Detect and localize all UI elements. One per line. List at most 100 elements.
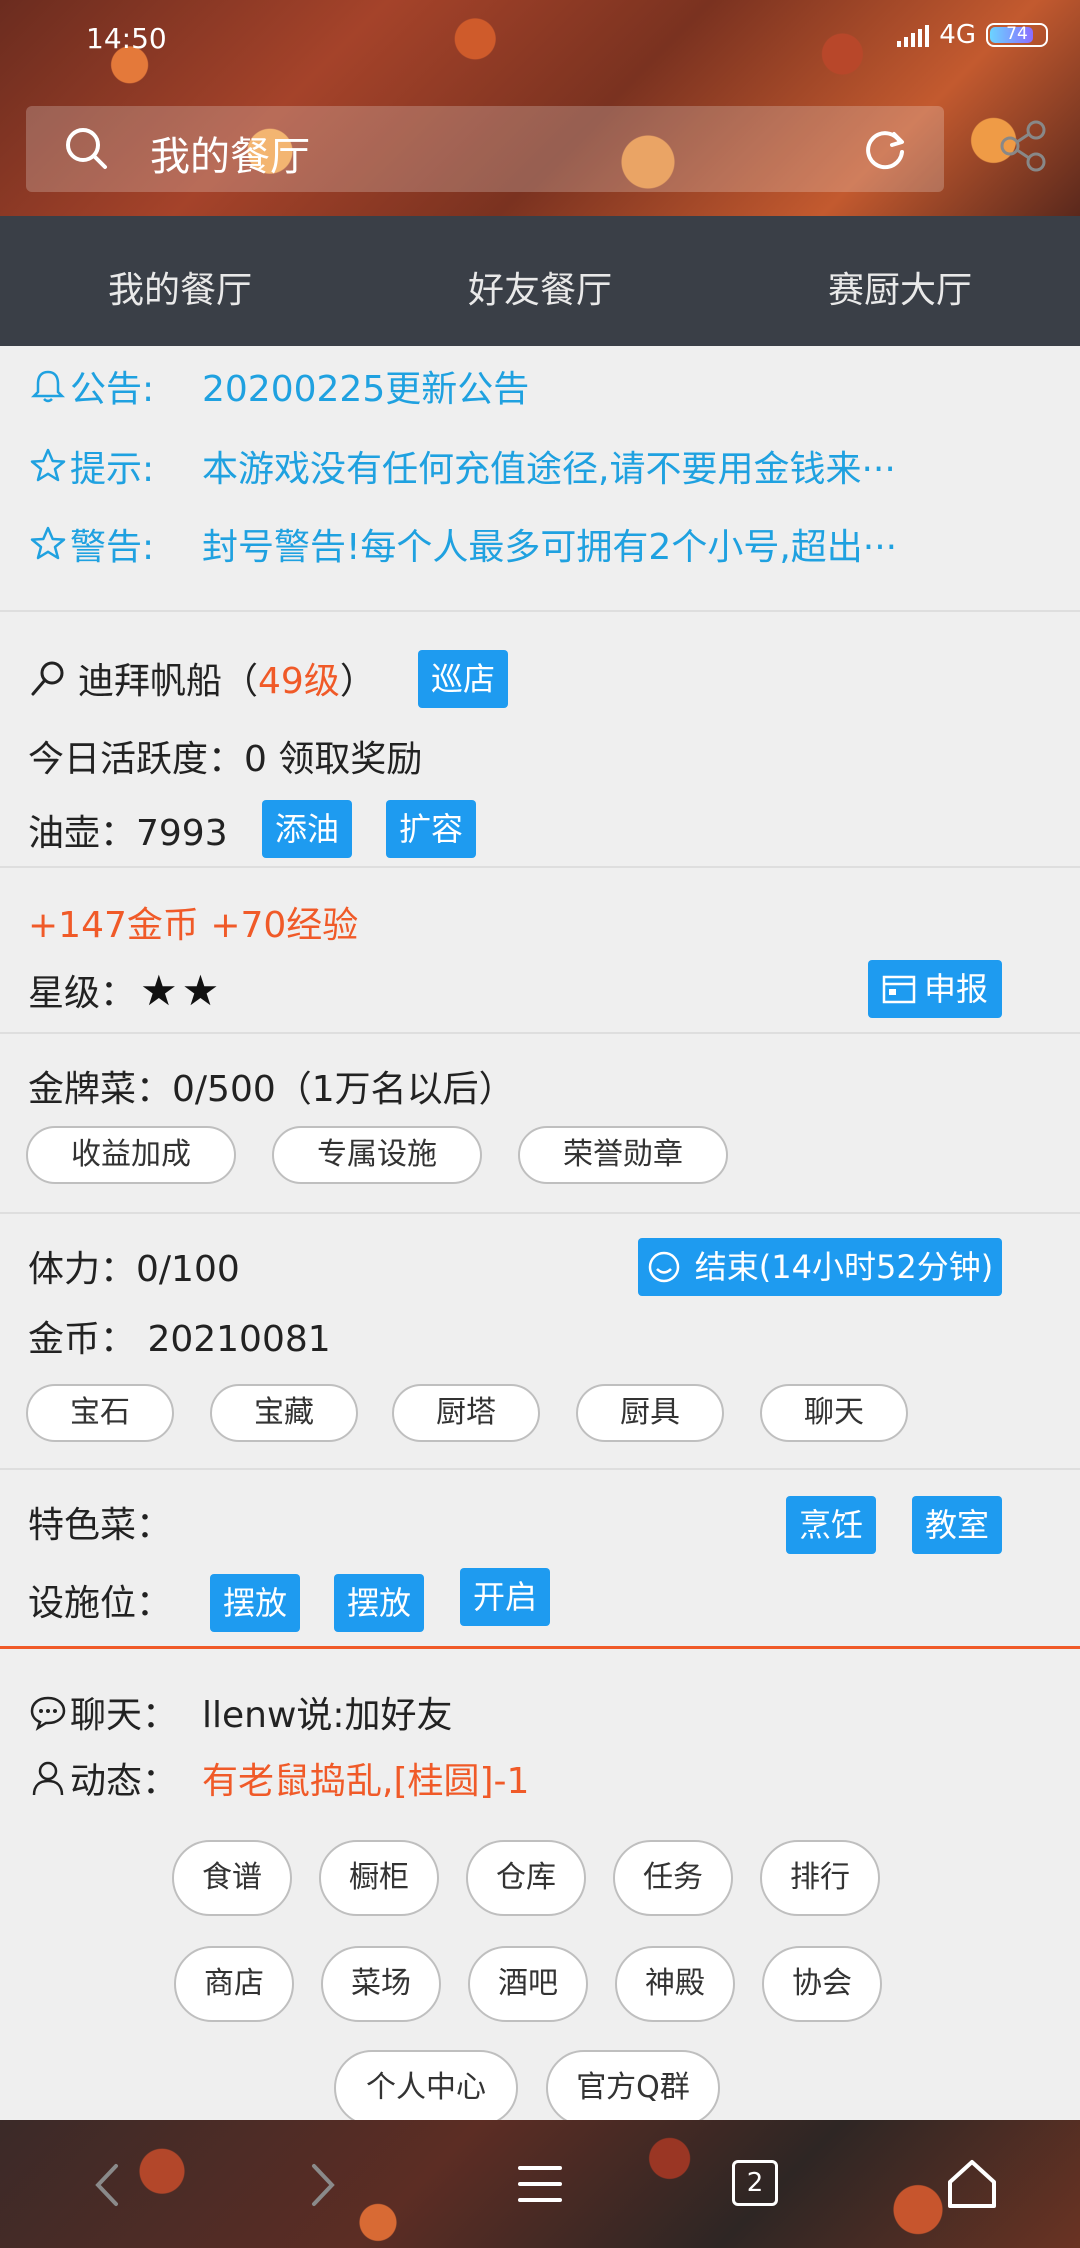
place-button[interactable]: 摆放 <box>334 1574 424 1632</box>
home-icon[interactable] <box>944 2156 1000 2212</box>
chat-row[interactable]: 聊天： llenw说:加好友 <box>28 1686 453 1738</box>
refresh-icon[interactable] <box>862 126 908 172</box>
stamina-row: 体力：0/100 <box>28 1240 240 1292</box>
back-icon[interactable] <box>92 2162 122 2208</box>
cookware-button[interactable]: 厨具 <box>576 1384 724 1442</box>
menu-official-qq-group[interactable]: 官方Q群 <box>546 2050 720 2126</box>
search-title: 我的餐厅 <box>150 134 310 180</box>
place-button[interactable]: 摆放 <box>210 1574 300 1632</box>
notice-warning[interactable]: 警告: 封号警告!每个人最多可拥有2个小号,超出··· <box>28 518 897 570</box>
menu-ranking[interactable]: 排行 <box>760 1840 880 1916</box>
battery-icon: 74 <box>986 23 1048 47</box>
restaurant-level: 49级 <box>258 661 340 702</box>
divider <box>0 1468 1080 1470</box>
divider <box>0 1212 1080 1214</box>
tabs-count-icon[interactable]: 2 <box>732 2160 778 2206</box>
chat-label: 聊天： <box>70 1695 179 1736</box>
browser-bottom-nav: 2 <box>0 2120 1080 2248</box>
special-dish-row: 特色菜： <box>28 1496 172 1548</box>
search-bar[interactable]: 我的餐厅 <box>26 106 944 192</box>
facility-row: 设施位： <box>28 1574 172 1626</box>
status-bar: 14:50 4G 74 <box>0 0 1080 80</box>
battery-level: 74 <box>1006 24 1028 44</box>
menu-association[interactable]: 协会 <box>762 1946 882 2022</box>
share-icon[interactable] <box>996 118 1052 174</box>
dynamic-text[interactable]: 有老鼠捣乱,[桂圆]-1 <box>202 1752 529 1804</box>
star-icon: ★ <box>140 965 178 1015</box>
tab-bar: 我的餐厅 好友餐厅 赛厨大厅 <box>0 216 1080 346</box>
income-bonus-button[interactable]: 收益加成 <box>26 1126 236 1184</box>
search-icon <box>66 128 107 169</box>
end-label: 结束(14小时52分钟) <box>694 1248 994 1286</box>
menu-recipes[interactable]: 食谱 <box>172 1840 292 1916</box>
user-icon <box>32 1761 64 1796</box>
cook-button[interactable]: 烹饪 <box>786 1496 876 1554</box>
menu-tasks[interactable]: 任务 <box>613 1840 733 1916</box>
menu-bar[interactable]: 酒吧 <box>468 1946 588 2022</box>
notice-announcement[interactable]: 公告: 20200225更新公告 <box>28 360 529 412</box>
status-time: 14:50 <box>86 22 167 55</box>
gold-dish-label: 金牌菜：0/500（1万名以后） <box>28 1069 515 1110</box>
notice-tip[interactable]: 提示: 本游戏没有任何充值途径,请不要用金钱来··· <box>28 440 896 492</box>
gold-coin-label: 金币： 20210081 <box>28 1319 331 1360</box>
notice-label: 公告: <box>70 369 155 410</box>
classroom-button[interactable]: 教室 <box>912 1496 1002 1554</box>
gold-dish-row: 金牌菜：0/500（1万名以后） <box>28 1060 515 1112</box>
star-outline-icon <box>30 526 66 560</box>
notice-text[interactable]: 20200225更新公告 <box>202 360 529 412</box>
menu-personal-center[interactable]: 个人中心 <box>334 2050 518 2126</box>
forward-icon[interactable] <box>308 2162 338 2208</box>
activity-row: 今日活跃度：0 领取奖励 <box>28 730 422 782</box>
treasure-button[interactable]: 宝藏 <box>210 1384 358 1442</box>
accent-divider <box>0 1646 1080 1649</box>
notice-label: 警告: <box>70 527 155 568</box>
declare-label: 申报 <box>923 970 988 1008</box>
menu-cabinet[interactable]: 橱柜 <box>319 1840 439 1916</box>
gold-coin-row: 金币： 20210081 <box>28 1310 331 1362</box>
restaurant-name-row: 迪拜帆船（ 49级） <box>28 652 376 704</box>
notice-label: 提示: <box>70 449 155 490</box>
menu-warehouse[interactable]: 仓库 <box>466 1840 586 1916</box>
menu-temple[interactable]: 神殿 <box>615 1946 735 2022</box>
stamina-label: 体力：0/100 <box>28 1249 240 1290</box>
menu-market[interactable]: 菜场 <box>321 1946 441 2022</box>
gem-button[interactable]: 宝石 <box>26 1384 174 1442</box>
smile-icon <box>648 1251 680 1283</box>
tab-friend-restaurant[interactable]: 好友餐厅 <box>360 216 720 346</box>
chat-text[interactable]: llenw说:加好友 <box>202 1686 453 1738</box>
facility-label: 设施位： <box>28 1583 173 1624</box>
dynamic-row[interactable]: 动态： 有老鼠捣乱,[桂圆]-1 <box>28 1752 529 1804</box>
star-label: 星级： <box>28 973 137 1014</box>
rattle-icon <box>31 661 64 696</box>
patrol-button[interactable]: 巡店 <box>418 650 508 708</box>
signal-icon <box>897 23 930 47</box>
restaurant-name-close: ） <box>339 661 376 702</box>
add-oil-button[interactable]: 添油 <box>262 800 352 858</box>
declare-button[interactable]: 申报 <box>868 960 1002 1018</box>
honor-medal-button[interactable]: 荣誉勋章 <box>518 1126 728 1184</box>
divider <box>0 866 1080 868</box>
notice-text[interactable]: 封号警告!每个人最多可拥有2个小号,超出··· <box>202 518 897 570</box>
rewards-row: +147金币 +70经验 <box>28 896 358 948</box>
chat-button[interactable]: 聊天 <box>760 1384 908 1442</box>
activity-text[interactable]: 今日活跃度：0 领取奖励 <box>28 730 422 782</box>
dynamic-label: 动态： <box>70 1761 179 1802</box>
menu-icon[interactable] <box>516 2160 564 2208</box>
expand-button[interactable]: 扩容 <box>386 800 476 858</box>
restaurant-name: 迪拜帆船（ <box>78 661 259 702</box>
star-row: 星级： ★ ★ <box>28 964 219 1016</box>
network-type: 4G <box>939 20 976 50</box>
open-button[interactable]: 开启 <box>460 1568 550 1626</box>
menu-shop[interactable]: 商店 <box>174 1946 294 2022</box>
tab-my-restaurant[interactable]: 我的餐厅 <box>0 216 360 346</box>
rewards-text: +147金币 +70经验 <box>28 905 359 946</box>
exclusive-facility-button[interactable]: 专属设施 <box>272 1126 482 1184</box>
tab-chef-hall[interactable]: 赛厨大厅 <box>720 216 1080 346</box>
star-icon: ★ <box>181 965 220 1015</box>
calendar-icon <box>882 975 916 1004</box>
chef-tower-button[interactable]: 厨塔 <box>392 1384 540 1442</box>
oil-row: 油壶：7993 <box>28 804 228 856</box>
chat-bubble-icon <box>30 1696 66 1731</box>
end-button[interactable]: 结束(14小时52分钟) <box>638 1238 1002 1296</box>
notice-text[interactable]: 本游戏没有任何充值途径,请不要用金钱来··· <box>202 440 896 492</box>
